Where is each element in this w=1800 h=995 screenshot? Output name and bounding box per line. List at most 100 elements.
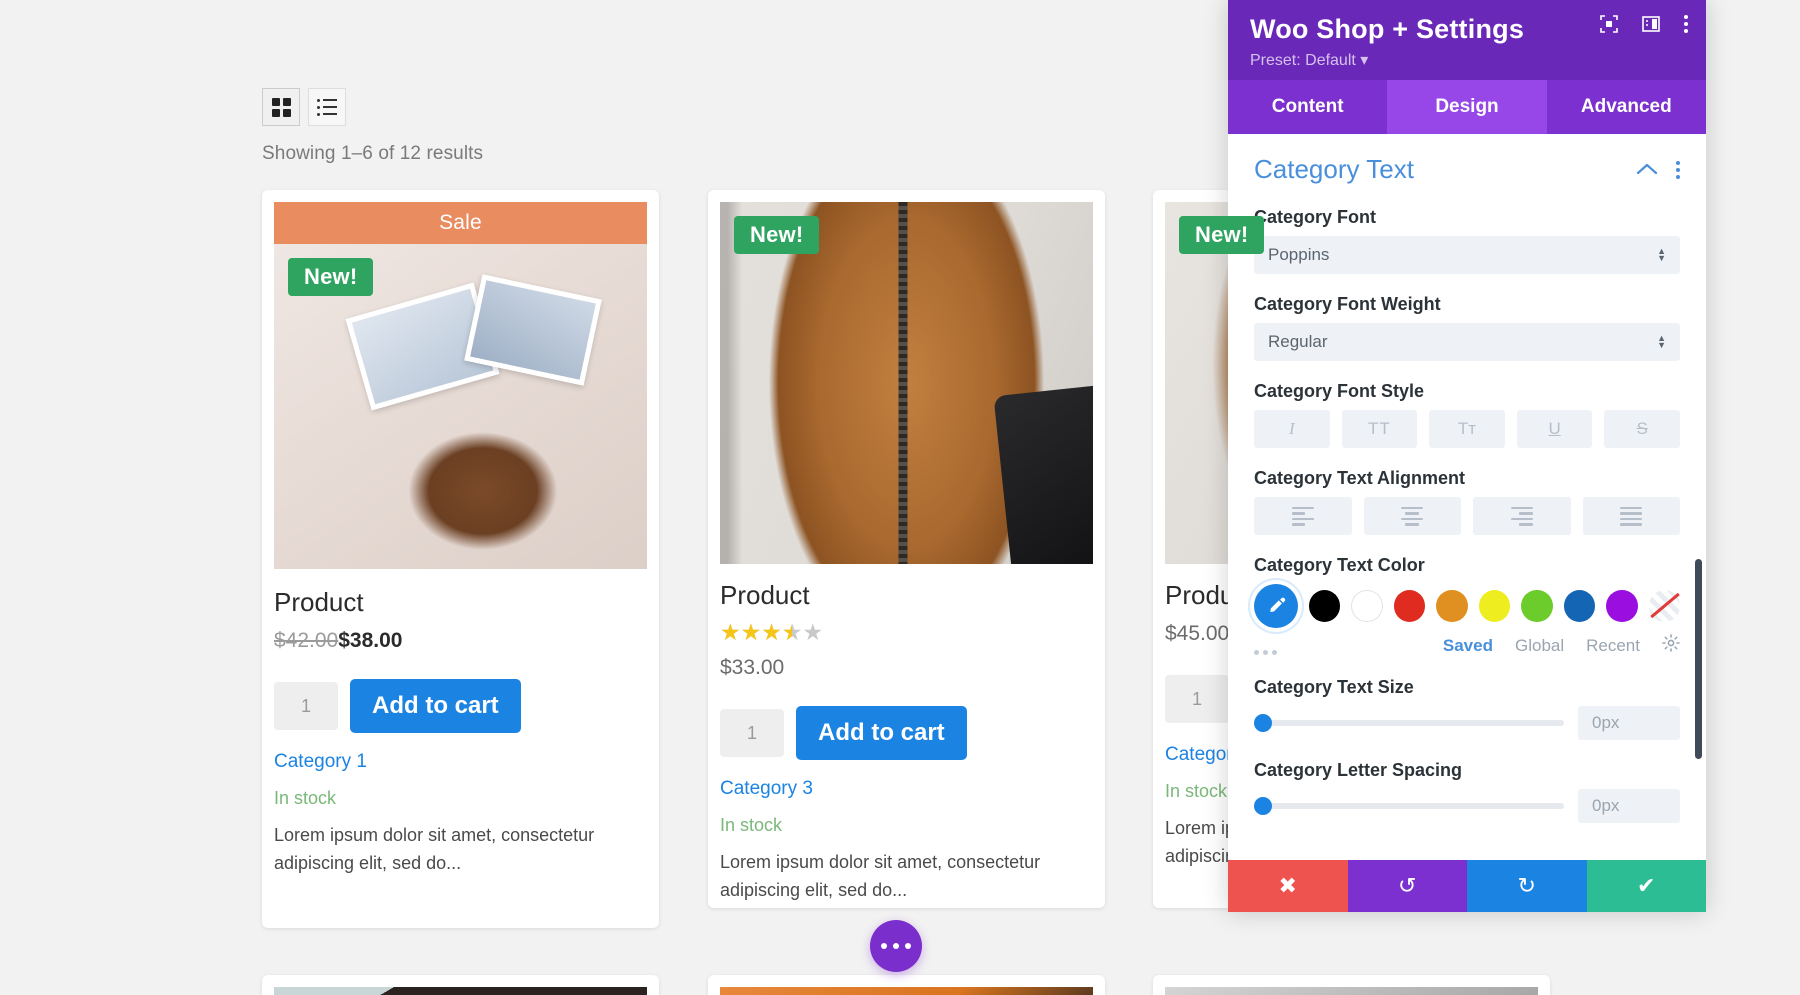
save-button[interactable]: ✔	[1586, 860, 1706, 912]
color-picker-button[interactable]	[1254, 584, 1298, 628]
panel-header-icons	[1600, 15, 1688, 33]
color-tab-recent[interactable]: Recent	[1586, 636, 1640, 656]
category-letter-spacing-value[interactable]: 0px	[1578, 789, 1680, 823]
field-category-text-size: Category Text Size 0px	[1254, 677, 1680, 740]
panel-scrollbar[interactable]	[1695, 559, 1702, 759]
stock-status: In stock	[720, 815, 783, 835]
panel-body: Category Text Category Font Poppins ▲▼	[1228, 134, 1706, 860]
category-letter-spacing-slider[interactable]	[1254, 797, 1564, 815]
list-view-button[interactable]	[308, 88, 346, 126]
field-category-font-weight: Category Font Weight Regular ▲ ▼	[1254, 294, 1680, 361]
slider-knob[interactable]	[1254, 714, 1272, 732]
product-image[interactable]: New!	[720, 202, 1093, 564]
spinner-icon: ▲ ▼	[1657, 333, 1666, 350]
product-card[interactable]	[1153, 975, 1550, 995]
tab-content[interactable]: Content	[1228, 80, 1387, 134]
align-right-button[interactable]	[1473, 497, 1571, 535]
results-count: Showing 1–6 of 12 results	[262, 143, 484, 164]
more-options-fab[interactable]	[870, 920, 922, 972]
capitalize-button[interactable]: Tт	[1429, 410, 1505, 448]
product-card[interactable]: New! Product ★★★★★ ★★★★★ $33.00 Add to c…	[708, 190, 1105, 908]
section-title: Category Text	[1254, 154, 1414, 184]
uppercase-button[interactable]: TT	[1341, 410, 1418, 448]
product-title: Product	[274, 587, 364, 617]
swatch-green[interactable]	[1521, 590, 1553, 622]
quantity-input[interactable]	[274, 682, 338, 730]
category-text-size-slider[interactable]	[1254, 714, 1564, 732]
strikethrough-button[interactable]: S	[1604, 410, 1680, 448]
product-image[interactable]: New!	[274, 244, 647, 569]
panel-header: Woo Shop + Settings Preset: Default ▾	[1228, 0, 1706, 80]
product-card[interactable]	[262, 975, 659, 995]
product-image[interactable]	[720, 987, 1093, 995]
regular-price: $33.00	[720, 656, 785, 679]
product-description: Lorem ipsum dolor sit amet, consectetur …	[720, 852, 1041, 900]
swatch-white[interactable]	[1351, 590, 1383, 622]
more-colors-icon[interactable]	[1254, 650, 1277, 655]
product-card-inner	[262, 975, 659, 995]
underline-button[interactable]: U	[1516, 410, 1593, 448]
product-category-link[interactable]: Category 1	[274, 751, 647, 773]
cancel-button[interactable]: ✖	[1228, 860, 1348, 912]
gear-icon[interactable]	[1662, 634, 1680, 657]
field-category-letter-spacing: Category Letter Spacing 0px	[1254, 760, 1680, 823]
swatch-transparent[interactable]	[1648, 590, 1680, 622]
kebab-menu-icon[interactable]	[1684, 15, 1688, 33]
view-toggle	[262, 88, 346, 126]
quantity-input[interactable]	[1165, 675, 1229, 723]
focus-icon[interactable]	[1600, 15, 1618, 33]
tab-design[interactable]: Design	[1387, 80, 1547, 134]
field-category-font-style: Category Font Style I TT Tт U S	[1254, 381, 1680, 448]
undo-button[interactable]: ↺	[1347, 860, 1467, 912]
swatch-red[interactable]	[1393, 590, 1426, 622]
preset-selector[interactable]: Preset: Default ▾	[1250, 50, 1684, 70]
category-font-weight-select[interactable]: Regular ▲ ▼	[1254, 323, 1680, 361]
product-card[interactable]	[708, 975, 1105, 995]
cart-row: Add to cart	[720, 706, 1093, 760]
product-image[interactable]	[1165, 987, 1538, 995]
select-value: Poppins	[1268, 245, 1330, 264]
color-tab-saved[interactable]: Saved	[1443, 636, 1493, 656]
italic-button[interactable]: I	[1254, 410, 1330, 448]
tab-advanced[interactable]: Advanced	[1547, 80, 1706, 134]
swatch-blue[interactable]	[1563, 590, 1596, 622]
redo-button[interactable]: ↻	[1467, 860, 1587, 912]
align-center-icon	[1401, 506, 1424, 526]
color-tab-global[interactable]: Global	[1515, 636, 1564, 656]
swatch-purple[interactable]	[1606, 590, 1638, 622]
field-category-text-alignment: Category Text Alignment	[1254, 468, 1680, 535]
grid-view-button[interactable]	[262, 88, 300, 126]
chevron-up-icon[interactable]	[1636, 158, 1658, 181]
slider-knob[interactable]	[1254, 797, 1272, 815]
spinner-icon: ▲ ▼	[1657, 246, 1666, 263]
add-to-cart-button[interactable]: Add to cart	[796, 706, 967, 760]
section-kebab-menu-icon[interactable]	[1676, 160, 1680, 179]
rating-stars-filled: ★★★★★	[720, 621, 792, 644]
text-alignment-buttons	[1254, 497, 1680, 535]
field-label: Category Text Alignment	[1254, 468, 1466, 488]
product-image[interactable]	[274, 987, 647, 995]
swatch-yellow[interactable]	[1478, 590, 1511, 622]
align-justify-button[interactable]	[1582, 497, 1680, 535]
product-category-link[interactable]: Category 3	[720, 778, 1093, 800]
sale-banner: Sale	[274, 202, 647, 244]
swatch-black[interactable]	[1309, 590, 1341, 622]
size-slider-row: 0px	[1254, 706, 1680, 740]
swatch-orange[interactable]	[1436, 590, 1468, 622]
layout-icon[interactable]	[1642, 15, 1660, 33]
product-photo	[274, 987, 647, 995]
product-card-inner	[708, 975, 1105, 995]
shop-area: Showing 1–6 of 12 results Sale New! Prod…	[0, 0, 1550, 995]
product-card[interactable]: Sale New! Product $42.00$38.00 Add to ca…	[262, 190, 659, 928]
align-center-button[interactable]	[1363, 497, 1461, 535]
category-font-select[interactable]: Poppins ▲ ▼	[1254, 236, 1680, 274]
product-card-inner: Sale New! Product $42.00$38.00 Add to ca…	[262, 190, 659, 890]
select-value: Regular	[1268, 332, 1328, 351]
new-badge: New!	[734, 216, 820, 254]
add-to-cart-button[interactable]: Add to cart	[350, 679, 521, 733]
quantity-input[interactable]	[720, 709, 784, 757]
field-label: Category Font Style	[1254, 381, 1425, 401]
category-text-size-value[interactable]: 0px	[1578, 706, 1680, 740]
align-left-button[interactable]	[1254, 497, 1352, 535]
dot	[893, 943, 899, 949]
